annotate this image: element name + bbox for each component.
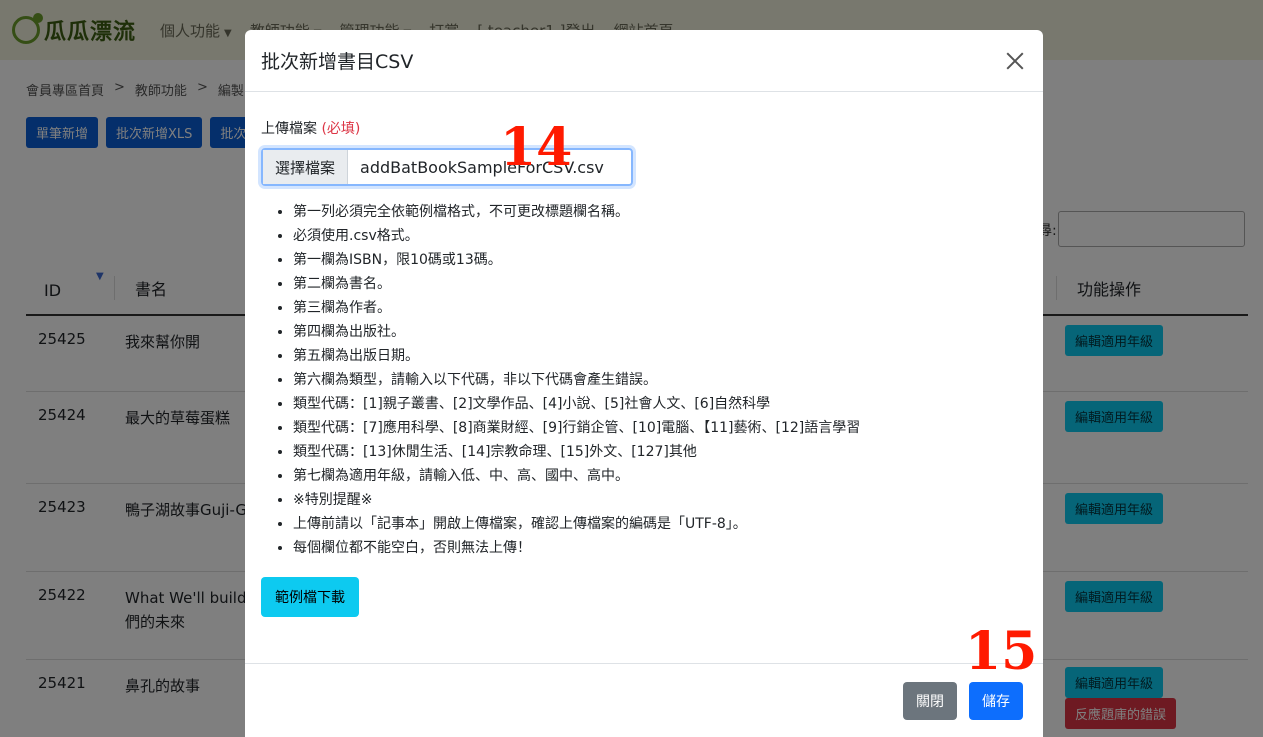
rule-item: 第一欄為ISBN，限10碼或13碼。 xyxy=(293,248,1027,272)
rule-item: 第五欄為出版日期。 xyxy=(293,344,1027,368)
rule-item: 類型代碼：[7]應用科學、[8]商業財經、[9]行銷企管、[10]電腦、【11]… xyxy=(293,416,1027,440)
rule-item: 類型代碼：[13]休閒生活、[14]宗教命理、[15]外文、[127]其他 xyxy=(293,440,1027,464)
close-icon[interactable] xyxy=(1003,49,1027,73)
rule-item: 每個欄位都不能空白，否則無法上傳！ xyxy=(293,536,1027,560)
rule-item: 第三欄為作者。 xyxy=(293,296,1027,320)
modal-title: 批次新增書目CSV xyxy=(261,51,414,73)
rule-item: ※特別提醒※ xyxy=(293,488,1027,512)
rule-item: 第二欄為書名。 xyxy=(293,272,1027,296)
rule-item: 上傳前請以「記事本」開啟上傳檔案，確認上傳檔案的編碼是「UTF-8」。 xyxy=(293,512,1027,536)
modal-header: 批次新增書目CSV xyxy=(245,30,1043,92)
upload-rules-list: 第一列必須完全依範例檔格式，不可更改標題欄名稱。 必須使用.csv格式。 第一欄… xyxy=(261,200,1027,560)
required-marker: (必填) xyxy=(321,121,361,137)
save-button[interactable]: 儲存 xyxy=(969,682,1023,720)
annotation-file-marker: 14 xyxy=(500,117,573,178)
rule-item: 必須使用.csv格式。 xyxy=(293,224,1027,248)
file-upload-input[interactable]: 選擇檔案 addBatBookSampleForCSV.csv xyxy=(261,148,633,186)
rule-item: 第六欄為類型，請輸入以下代碼，非以下代碼會產生錯誤。 xyxy=(293,368,1027,392)
rule-item: 第七欄為適用年級，請輸入低、中、高、國中、高中。 xyxy=(293,464,1027,488)
batch-add-csv-modal: 批次新增書目CSV 上傳檔案 (必填) 選擇檔案 addBatBookSampl… xyxy=(245,30,1043,737)
rule-item: 第四欄為出版社。 xyxy=(293,320,1027,344)
modal-footer: 關閉 儲存 xyxy=(245,663,1043,737)
close-button[interactable]: 關閉 xyxy=(903,682,957,720)
choose-file-button[interactable]: 選擇檔案 xyxy=(263,150,349,184)
modal-body: 上傳檔案 (必填) 選擇檔案 addBatBookSampleForCSV.cs… xyxy=(261,118,1027,617)
upload-label: 上傳檔案 (必填) xyxy=(261,121,361,137)
sample-download-button[interactable]: 範例檔下載 xyxy=(261,577,359,617)
rule-item: 第一列必須完全依範例檔格式，不可更改標題欄名稱。 xyxy=(293,200,1027,224)
annotation-save-marker: 15 xyxy=(965,621,1038,682)
rule-item: 類型代碼：[1]親子叢書、[2]文學作品、[4]小說、[5]社會人文、[6]自然… xyxy=(293,392,1027,416)
